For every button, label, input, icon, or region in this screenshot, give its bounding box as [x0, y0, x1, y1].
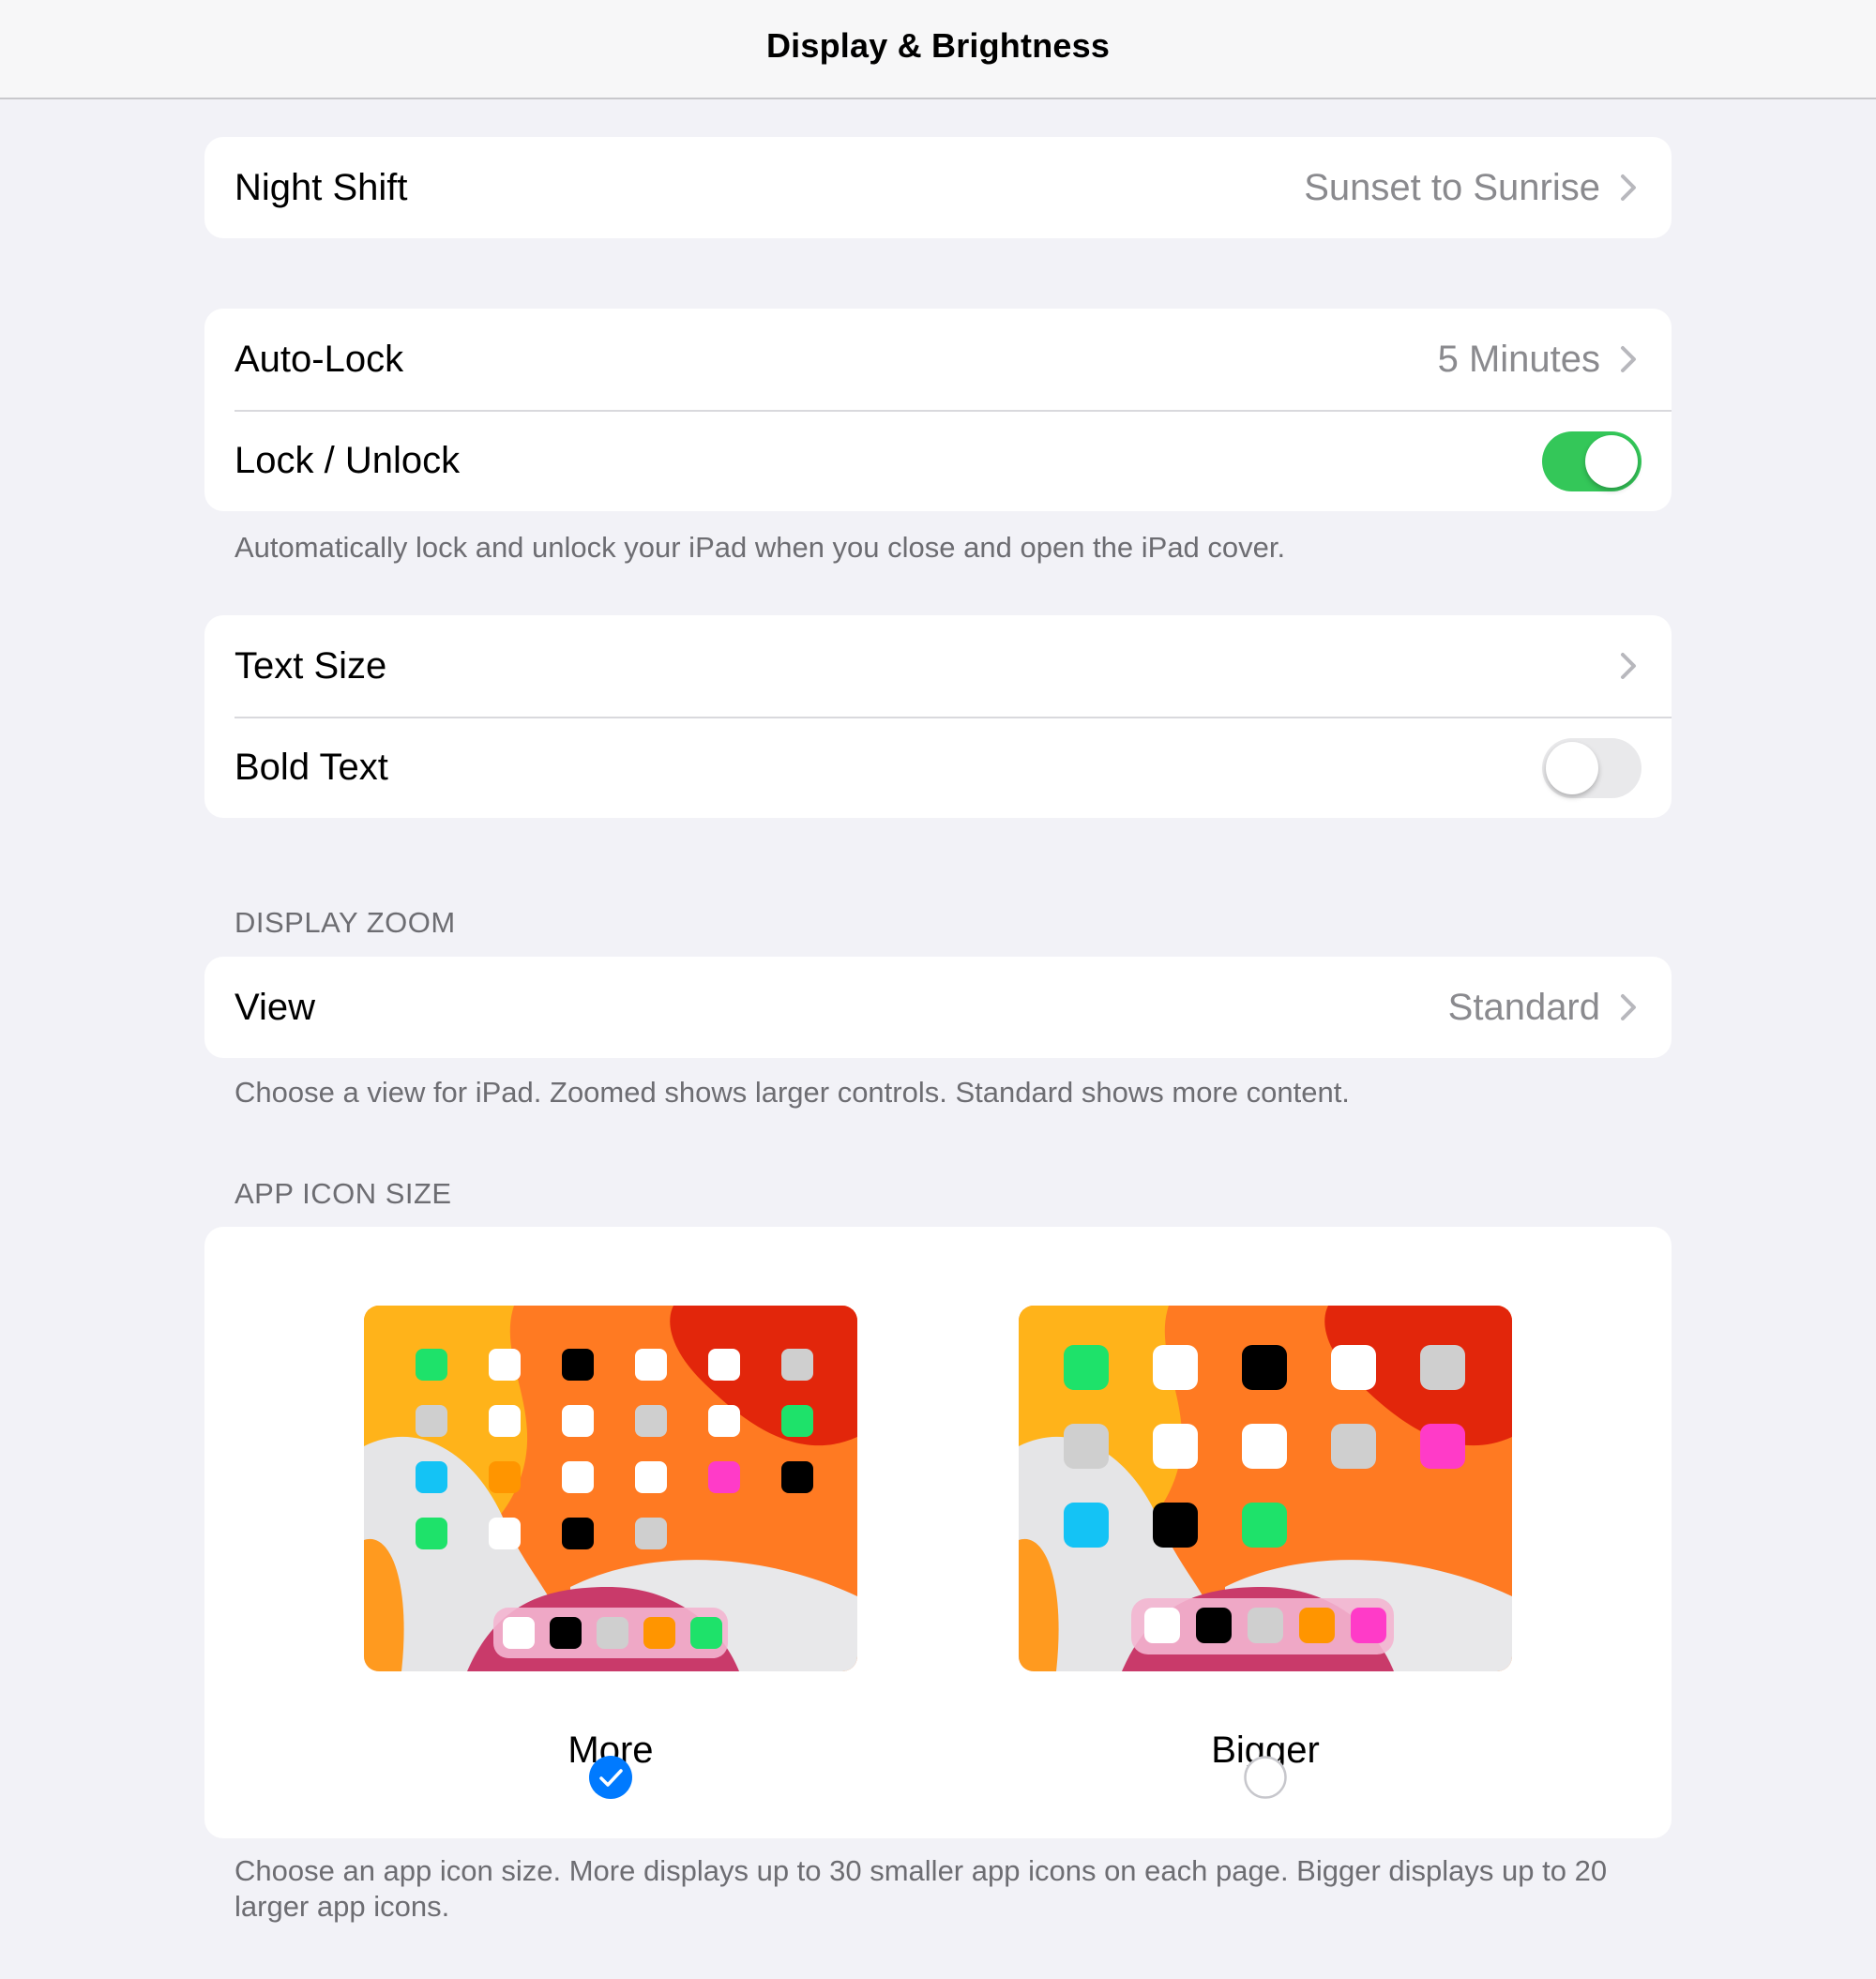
bold-text-toggle[interactable] — [1542, 738, 1642, 798]
display-zoom-header: DISPLAY ZOOM — [234, 906, 456, 939]
navigation-bar: Display & Brightness — [0, 0, 1876, 99]
app-icon-size-group: More Bigger — [204, 1227, 1672, 1838]
night-shift-group: Night Shift Sunset to Sunrise — [204, 137, 1672, 238]
view-row[interactable]: View Standard — [204, 957, 1672, 1058]
lock-group: Auto-Lock 5 Minutes Lock / Unlock — [204, 309, 1672, 511]
toggle-knob — [1585, 435, 1638, 488]
bigger-layout-preview[interactable] — [1019, 1306, 1512, 1671]
lock-unlock-row: Lock / Unlock — [204, 410, 1672, 511]
chevron-right-icon — [1621, 653, 1636, 679]
auto-lock-label: Auto-Lock — [234, 339, 404, 380]
display-zoom-footer: Choose a view for iPad. Zoomed shows lar… — [234, 1076, 1350, 1109]
night-shift-value: Sunset to Sunrise — [1304, 167, 1600, 208]
app-icon-size-header: APP ICON SIZE — [234, 1177, 452, 1210]
lock-unlock-toggle[interactable] — [1542, 431, 1642, 491]
auto-lock-row[interactable]: Auto-Lock 5 Minutes — [204, 309, 1672, 410]
chevron-right-icon — [1621, 994, 1636, 1020]
text-size-label: Text Size — [234, 645, 387, 687]
home-screen-preview-more — [364, 1306, 857, 1671]
bigger-radio-unselected[interactable] — [1244, 1756, 1287, 1799]
more-layout-preview[interactable] — [364, 1306, 857, 1671]
page-title: Display & Brightness — [765, 26, 1111, 65]
night-shift-row[interactable]: Night Shift Sunset to Sunrise — [204, 137, 1672, 238]
text-size-row[interactable]: Text Size — [204, 615, 1672, 717]
home-screen-preview-bigger — [1019, 1306, 1512, 1671]
view-value: Standard — [1447, 987, 1600, 1028]
bold-text-label: Bold Text — [234, 747, 388, 788]
more-radio-selected[interactable] — [589, 1756, 632, 1799]
auto-lock-value: 5 Minutes — [1437, 339, 1600, 380]
night-shift-label: Night Shift — [234, 167, 408, 208]
bold-text-row: Bold Text — [204, 717, 1672, 818]
lock-unlock-label: Lock / Unlock — [234, 440, 461, 481]
text-group: Text Size Bold Text — [204, 615, 1672, 818]
toggle-knob — [1546, 742, 1598, 794]
chevron-right-icon — [1621, 346, 1636, 372]
view-label: View — [234, 987, 315, 1028]
app-icon-size-footer: Choose an app icon size. More displays u… — [234, 1854, 1608, 1923]
display-zoom-group: View Standard — [204, 957, 1672, 1058]
chevron-right-icon — [1621, 174, 1636, 201]
lock-unlock-footer: Automatically lock and unlock your iPad … — [234, 531, 1286, 564]
